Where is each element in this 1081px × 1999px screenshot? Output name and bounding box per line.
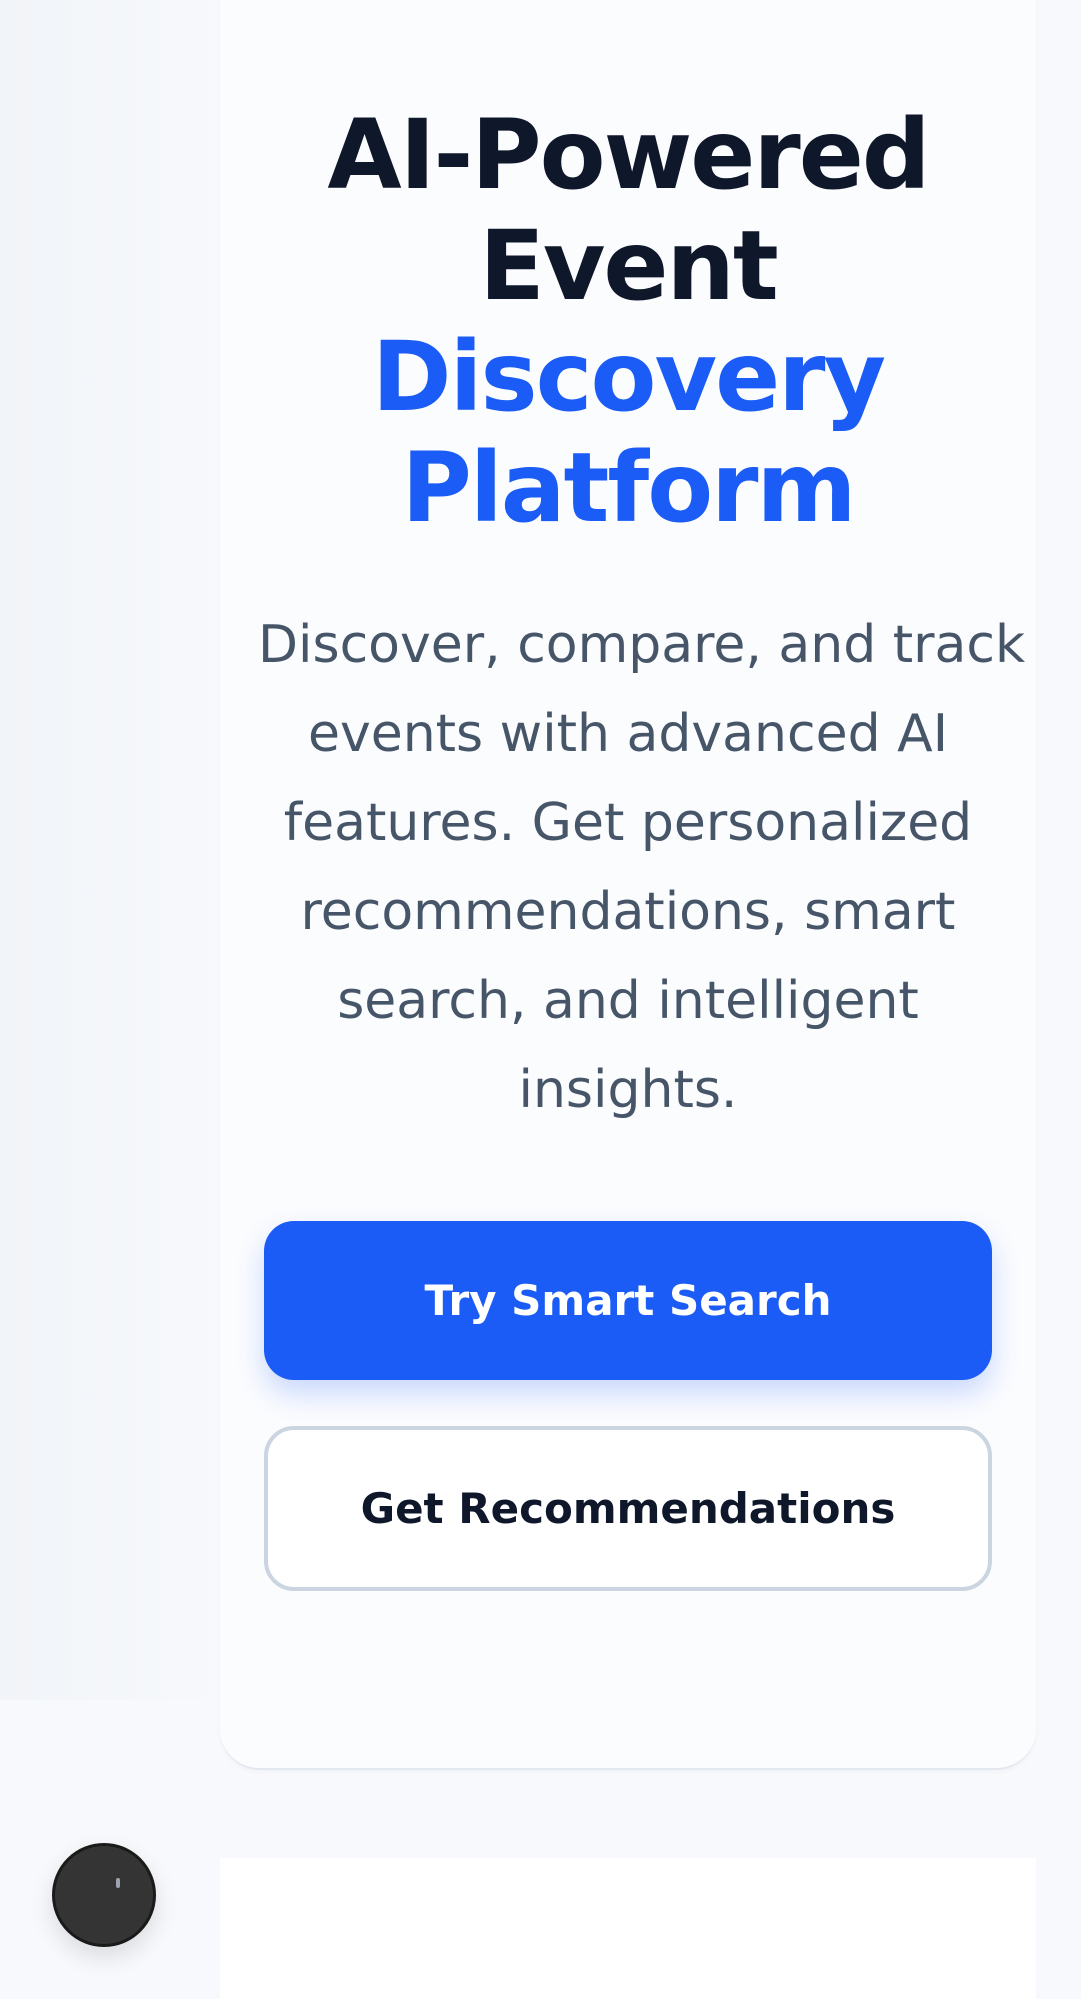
hero-subtitle-line: recommendations, smart [300,882,956,942]
try-smart-search-button[interactable]: Try Smart Search [264,1221,992,1380]
hero-subtitle-line: events with advanced AI [307,704,949,764]
hero-subtitle-line: Discover, compare, and track [258,615,1026,675]
hero-subtitle-line: search, and intelligent [337,971,919,1031]
hero-title-accent-line: Discovery [371,321,886,433]
page-side-gutter [0,0,220,1700]
get-recommendations-button[interactable]: Get Recommendations [264,1426,992,1591]
hero-subtitle: Discover, compare, and track events with… [258,601,1026,1135]
hero-subtitle-line: insights. [518,1060,738,1120]
hero-title-accent-line: Platform [401,432,856,544]
hero-section: AI-Powered Event Discovery Platform Disc… [220,0,1036,1770]
hero-title-line: AI-Powered [327,99,930,211]
hero-subtitle-line: features. Get personalized [283,793,973,853]
hero-title-line: Event [479,210,779,322]
floating-action-icon [116,1878,120,1888]
hero-title: AI-Powered Event Discovery Platform [220,100,1036,544]
next-section-card [220,1858,1036,1999]
floating-action-button[interactable] [52,1843,156,1947]
